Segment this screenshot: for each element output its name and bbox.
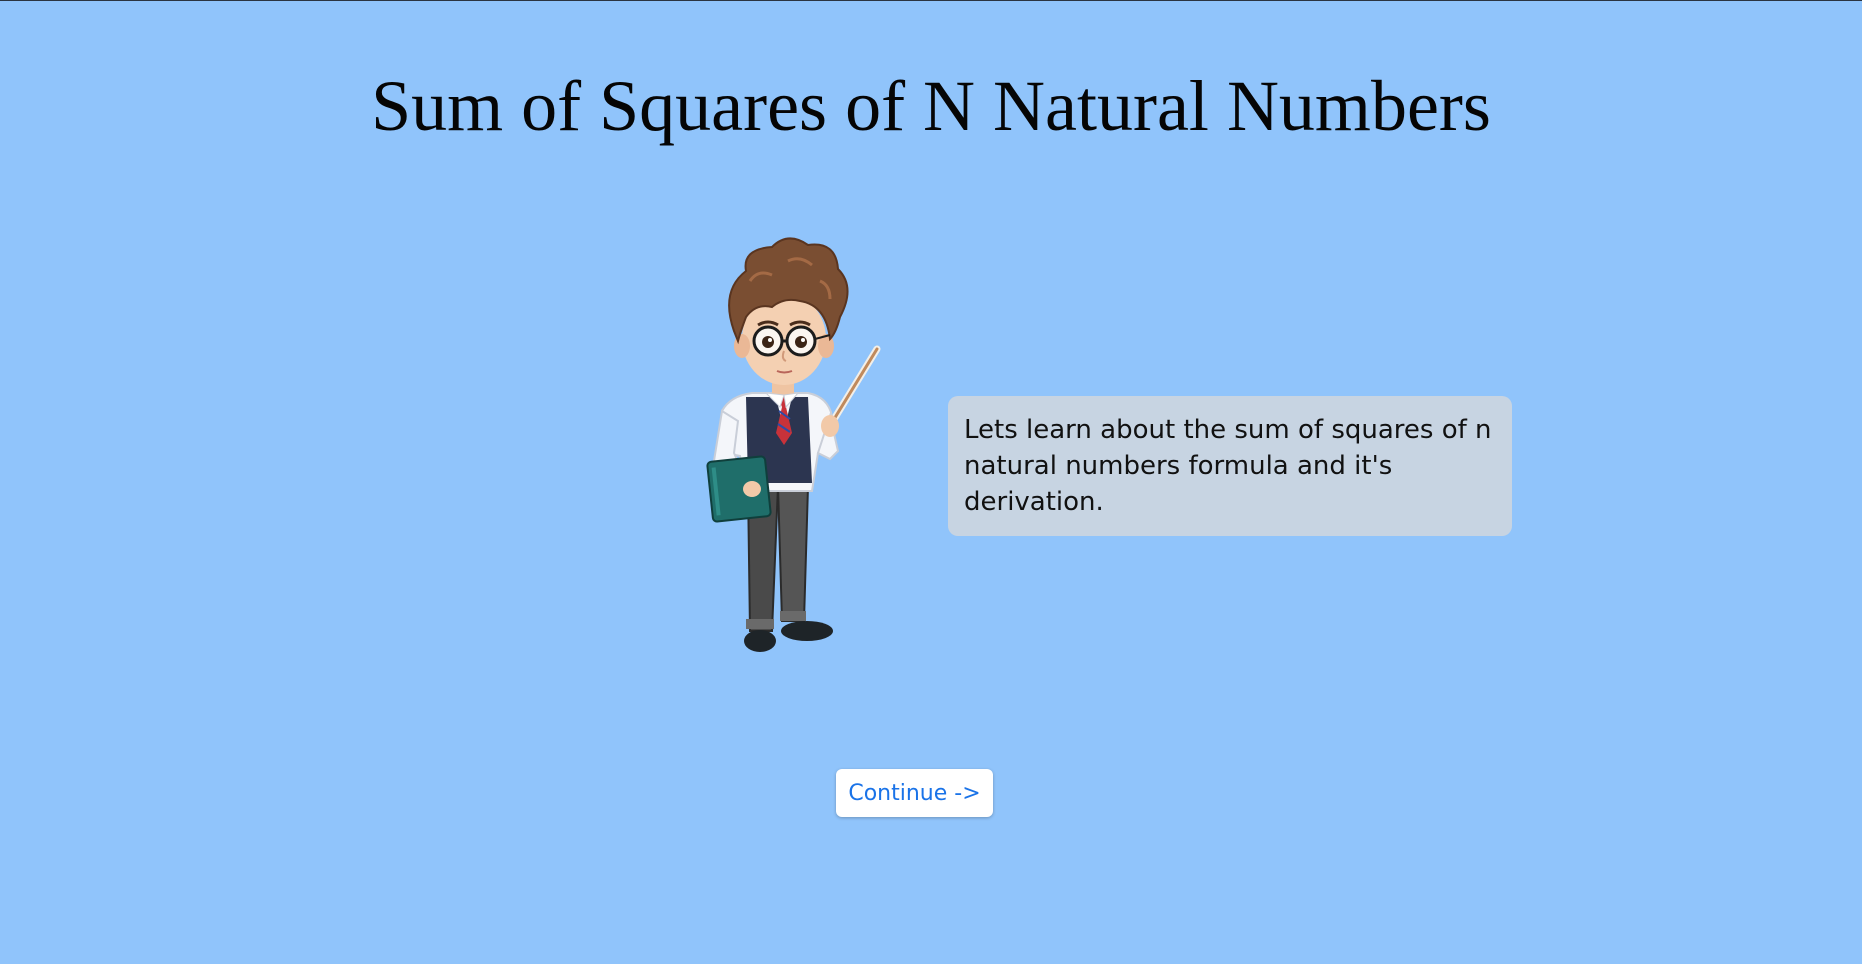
speech-bubble-text: Lets learn about the sum of squares of n… <box>964 415 1492 517</box>
continue-button[interactable]: Continue -> <box>836 769 993 817</box>
page-title: Sum of Squares of N Natural Numbers <box>371 66 1491 146</box>
speech-bubble: Lets learn about the sum of squares of n… <box>948 396 1512 536</box>
teacher-boy-with-pointer-icon <box>706 237 881 652</box>
